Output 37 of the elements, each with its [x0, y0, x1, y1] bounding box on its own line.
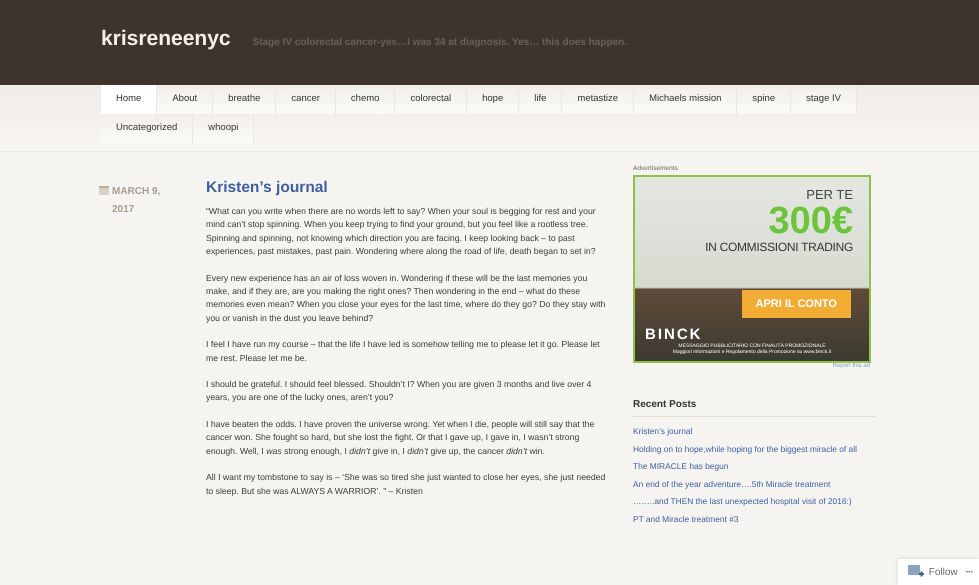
- recent-post-link[interactable]: Kristen’s journal: [633, 423, 878, 441]
- nav-tab[interactable]: spine: [737, 85, 792, 114]
- ad-amount: 300€: [768, 202, 853, 240]
- nav-tab[interactable]: breathe: [213, 85, 276, 114]
- site-title[interactable]: krisreneenyc: [101, 26, 231, 50]
- nav-tab[interactable]: metastize: [562, 85, 634, 114]
- nav-tab[interactable]: cancer: [276, 85, 336, 114]
- nav-tab[interactable]: colorectal: [395, 85, 468, 114]
- recent-post-link[interactable]: An end of the year adventure….5th Miracle treatment: [633, 476, 878, 494]
- nav-tab[interactable]: whoopi: [193, 114, 254, 143]
- recent-post-link[interactable]: ……..and THEN the last unexpected hospital visit of 2016:): [633, 493, 878, 511]
- follow-button[interactable]: Follow: [908, 565, 958, 579]
- nav-tab[interactable]: About: [157, 85, 214, 114]
- nav-tab[interactable]: stage IV: [791, 85, 857, 114]
- ad-subline: IN COMMISSIONI TRADING: [705, 240, 853, 254]
- recent-post-link[interactable]: PT and Miracle treatment #3: [633, 510, 878, 529]
- follow-icon: [908, 565, 924, 579]
- nav-tab[interactable]: Michaels mission: [634, 85, 738, 114]
- nav-tab[interactable]: life: [519, 85, 562, 114]
- post-title[interactable]: Kristen’s journal: [206, 179, 606, 197]
- calendar-icon: [99, 185, 109, 195]
- recent-post-link[interactable]: The MIRACLE has begun: [633, 458, 878, 476]
- recent-post-link[interactable]: Holding on to hope,while hoping for the biggest miracle of all: [633, 440, 878, 458]
- post-paragraph: I should be grateful. I should feel blessed. Shouldn’t I? When you are given 3 months and live over 4 years, you are one of the lucky ones, aren’t you?: [206, 378, 592, 404]
- post-paragraph: I feel I have run my course – that the life I have led is somehow telling me to please let it go. Please let me rest. Please let me be.: [206, 338, 601, 365]
- post-paragraph: All I want my tombstone to say is – ‘She was so tired she just wanted to close her eyes, she just needed to sleep. But she was ALWAYS A WARRIOR’. ” – Kristen: [206, 471, 606, 498]
- post-paragraph: I have beaten the odds. I have proven the universe wrong. Yet when I die, people will still say that the cancer won. She fought so hard, but she lost the fight. Or that I gave up, I gave in, I wasn’t strong enough. Well, I was strong enough, I didn’t give in, I didn’t give up, the cancer didn’t win.: [206, 418, 596, 458]
- nav-tab[interactable]: Home: [101, 85, 158, 114]
- ad-brand: BINCK: [644, 326, 704, 343]
- ad-headline: PER TE: [806, 187, 853, 202]
- nav-tab[interactable]: chemo: [336, 85, 396, 114]
- post-paragraph: “What can you write when there are no words left to say? When your soul is begging for rest and your mind can’t stop spinning. When you keep trying to find your ground, but you feel like a rootless tree. Spinning and spinning, not knowing which direction you are facing. I keep looking back – to past experiences, past mistakes, past pain. Wondering where along the road of life, death began to set in?: [206, 205, 597, 258]
- widget-title: Recent Posts: [633, 399, 875, 417]
- post-paragraph: Every new experience has an air of loss woven in. Wondering if these will be the last memories you make, and if they are, are you making the right ones? Then wondering in the end – what do these memories even mean? When you close your eyes for the last time, where do they go? Do they stay with you or vanish in the dust you leave behind?: [206, 272, 606, 325]
- nav-tab[interactable]: hope: [467, 85, 520, 114]
- post-date: MARCH 9, 2017: [112, 185, 162, 217]
- nav-tab[interactable]: Uncategorized: [101, 114, 194, 143]
